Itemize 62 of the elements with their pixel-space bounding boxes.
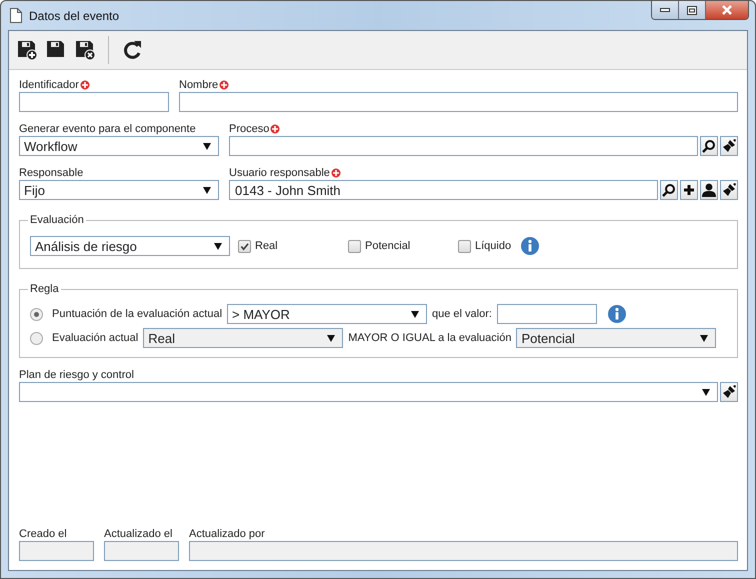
field-label: Actualizado por [189, 528, 265, 540]
field-label: Plan de riesgo y control [19, 368, 134, 380]
dropdown[interactable]: Real [143, 328, 344, 348]
radio-button[interactable] [30, 308, 43, 320]
dropdown[interactable]: Workflow [19, 136, 219, 156]
refresh-icon[interactable] [121, 39, 143, 61]
checkbox[interactable] [238, 240, 251, 252]
text-field[interactable] [19, 92, 169, 112]
brush-icon [722, 385, 736, 399]
window-title: Datos del evento [29, 8, 120, 22]
field-label: Proceso [229, 122, 270, 134]
checkbox[interactable] [458, 240, 471, 252]
user-icon [702, 183, 716, 197]
clear-button[interactable] [720, 382, 738, 402]
field-label: Usuario responsable [229, 166, 330, 178]
group-title: Evaluación [29, 214, 85, 226]
close-button[interactable] [705, 1, 748, 19]
minimize-button[interactable] [652, 1, 678, 19]
field-label: Actualizado el [104, 528, 172, 540]
radio-label: Evaluación actual [52, 332, 138, 344]
brush-icon [722, 183, 736, 197]
search-icon [662, 183, 676, 197]
document-icon [10, 8, 22, 23]
checkbox[interactable] [348, 240, 361, 252]
group-title: Regla [29, 283, 60, 295]
radio-button[interactable] [30, 332, 43, 344]
clear-button[interactable] [720, 136, 738, 156]
text-field[interactable] [179, 92, 738, 112]
maximize-button[interactable] [678, 1, 705, 19]
checkbox-label: Líquido [475, 240, 512, 252]
dropdown[interactable]: Fijo [19, 180, 219, 200]
info-icon[interactable] [608, 305, 626, 323]
field-label: Nombre [179, 78, 218, 90]
lookup-field[interactable] [229, 136, 698, 156]
checkbox-label: Real [255, 240, 278, 252]
add-button[interactable] [680, 180, 698, 200]
save-delete-icon[interactable] [74, 39, 96, 61]
lookup-field[interactable]: 0143 - John Smith [229, 180, 658, 200]
field-label: MAYOR O IGUAL a la evaluación [348, 332, 512, 344]
restore-icon [687, 6, 697, 14]
dropdown[interactable]: Potencial [516, 328, 716, 348]
minimize-icon [660, 8, 670, 12]
info-icon[interactable] [521, 237, 540, 255]
dropdown[interactable]: > MAYOR [227, 304, 428, 324]
plus-icon [682, 183, 696, 197]
user-button[interactable] [700, 180, 718, 200]
save-add-icon[interactable] [16, 39, 38, 61]
close-icon [721, 5, 733, 15]
brush-icon [722, 139, 736, 153]
field-label: Creado el [19, 528, 67, 540]
search-button[interactable] [660, 180, 678, 200]
field-label: Responsable [19, 166, 84, 178]
checkbox-label: Potencial [365, 240, 410, 252]
text-field[interactable] [496, 304, 597, 324]
radio-label: Puntuación de la evaluación actual [52, 308, 222, 320]
clear-button[interactable] [720, 180, 738, 200]
field-label: Generar evento para el componente [19, 122, 196, 134]
field-label: Identificador [19, 78, 79, 90]
dropdown[interactable]: Análisis de riesgo [30, 236, 230, 256]
search-button[interactable] [700, 136, 718, 156]
search-icon [702, 139, 716, 153]
field-label: que el valor: [432, 308, 492, 320]
